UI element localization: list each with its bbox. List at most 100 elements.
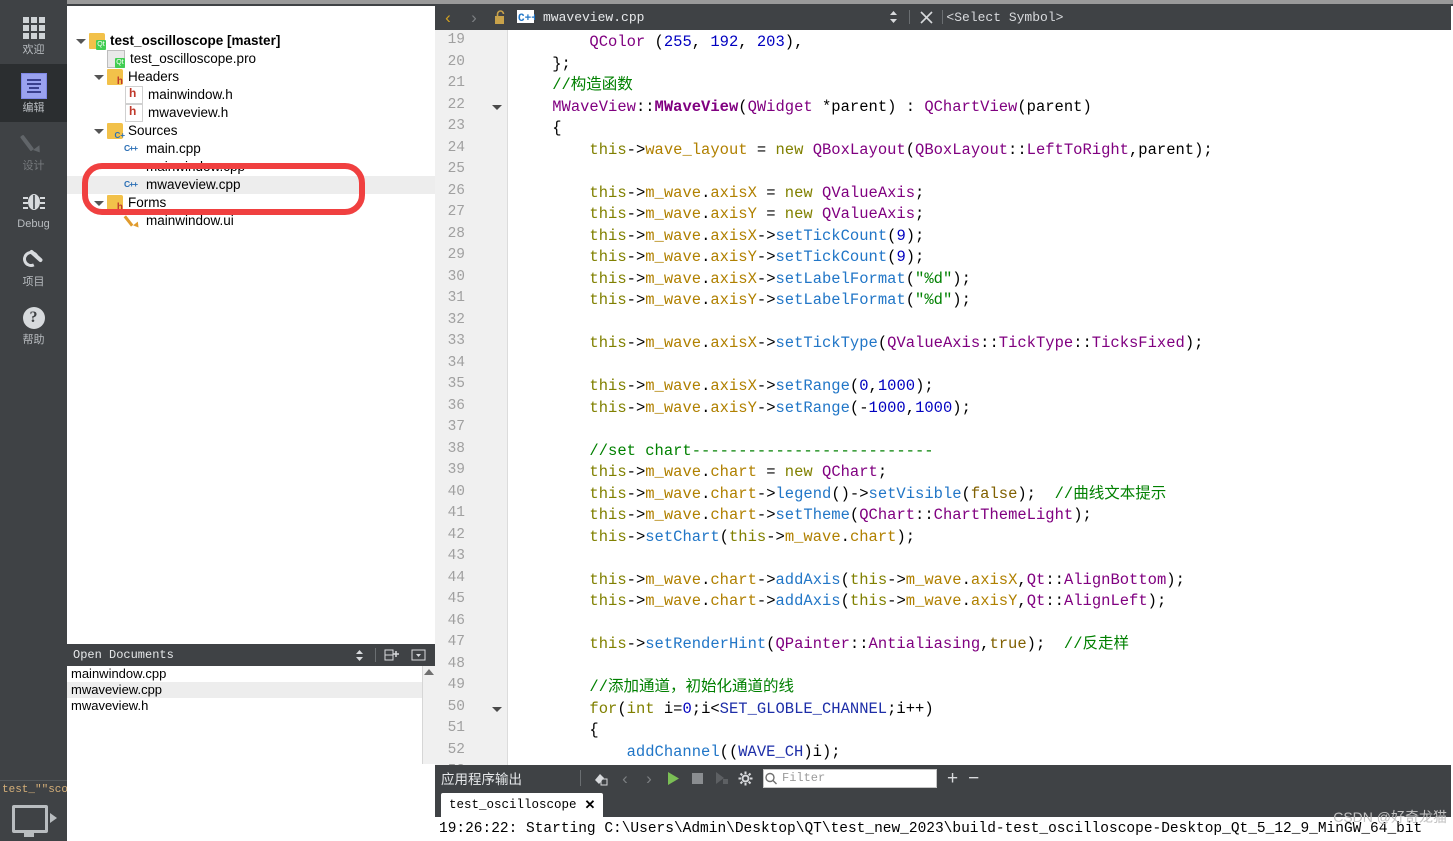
code-token: ); <box>915 377 934 395</box>
tree-item-0[interactable]: test_oscilloscope [master] <box>67 32 435 50</box>
open-document-item-0[interactable]: mainwindow.cpp <box>67 666 435 682</box>
code-token: -> <box>756 377 776 395</box>
minimize-icon[interactable] <box>405 644 431 666</box>
editor-gutter[interactable]: 19 20 21 22 23 24 25 26 27 28 29 30 31 32 33 34 35 36 37 38… <box>435 30 507 765</box>
expand-arrow-icon[interactable] <box>75 35 87 47</box>
fold-marker-icon[interactable] <box>492 706 502 712</box>
clear-icon[interactable] <box>589 767 613 789</box>
code-token: = <box>747 140 776 159</box>
code-line: this->m_wave.axisY->setLabelFormat("%d")… <box>515 290 970 312</box>
editor-code-area[interactable]: QColor (255, 192, 203), }; //构造函数 MWaveV… <box>515 30 1453 765</box>
code-token: -> <box>756 570 776 589</box>
code-token: ; <box>877 463 888 481</box>
code-token: setRange <box>775 377 850 395</box>
filter-input[interactable]: Filter <box>763 768 937 788</box>
scroll-up-arrow-icon[interactable] <box>424 669 434 675</box>
code-editor[interactable]: 19 20 21 22 23 24 25 26 27 28 29 30 31 32 33 34 35 36 37 38… <box>435 30 1453 765</box>
tree-item-2[interactable]: Headers <box>67 68 435 87</box>
output-pane-title[interactable]: 应用程序输出 <box>441 768 522 788</box>
tree-item-7[interactable]: mainwindow.cpp <box>67 158 435 176</box>
expand-arrow-icon[interactable] <box>111 161 123 173</box>
tree-item-5[interactable]: Sources <box>67 122 435 140</box>
expand-arrow-icon[interactable] <box>93 71 105 83</box>
tree-item-10[interactable]: mainwindow.ui <box>67 212 435 230</box>
code-token: this <box>589 398 627 417</box>
expand-arrow-icon[interactable] <box>111 143 123 155</box>
mode-item-label: 项目 <box>22 275 45 288</box>
tree-item-1[interactable]: test_oscilloscope.pro <box>67 50 435 68</box>
code-token: -> <box>626 592 646 610</box>
run-icon[interactable] <box>661 767 685 789</box>
code-token: QValueAxis <box>822 205 916 223</box>
code-token: -> <box>756 484 776 503</box>
close-icon[interactable]: ✕ <box>585 797 596 813</box>
fold-marker-icon[interactable] <box>492 104 502 110</box>
expand-arrow-icon[interactable] <box>111 215 123 227</box>
code-line: this->m_wave.chart->setTheme(QChart::Cha… <box>515 505 1091 527</box>
code-token: this <box>589 527 627 546</box>
divider <box>909 10 911 24</box>
mode-item-0[interactable]: 欢迎 <box>0 6 67 64</box>
tree-item-6[interactable]: main.cpp <box>67 140 435 158</box>
settings-gear-icon[interactable] <box>733 767 757 789</box>
code-token: . <box>701 506 711 524</box>
tree-item-9[interactable]: Forms <box>67 194 435 213</box>
code-token: , <box>1017 570 1027 589</box>
line-number: 32 <box>447 311 465 328</box>
expand-arrow-icon[interactable] <box>111 89 123 101</box>
mode-item-4[interactable]: 项目 <box>0 238 67 296</box>
code-token: SET_GLOBLE_CHANNEL <box>719 699 888 718</box>
forward-chevron-icon: › <box>471 7 477 27</box>
tree-item-label: Forms <box>128 195 167 210</box>
code-line: { <box>515 118 561 140</box>
code-token: ;i< <box>691 699 720 718</box>
expand-arrow-icon[interactable] <box>93 125 105 137</box>
sync-arrows-icon[interactable] <box>346 644 372 666</box>
editor-toolbar: ‹ › C++ mwaveview.cpp <Select Symbol> <box>435 4 1453 30</box>
output-tab[interactable]: test_oscilloscope ✕ <box>441 793 604 817</box>
code-token: :: <box>1073 334 1092 352</box>
zoom-out-button[interactable]: − <box>968 769 979 788</box>
mode-item-3[interactable]: Debug <box>0 180 67 238</box>
code-line: //构造函数 <box>515 75 633 97</box>
mode-item-2[interactable]: 设计 <box>0 122 67 180</box>
code-token: -> <box>626 269 646 288</box>
tree-item-3[interactable]: mainwindow.h <box>67 86 435 104</box>
navigate-back-button[interactable]: ‹ <box>435 5 461 29</box>
select-symbol-dropdown[interactable]: <Select Symbol> <box>946 10 1063 25</box>
code-token: . <box>701 570 711 589</box>
code-token: addAxis <box>775 592 841 610</box>
next-item-icon[interactable]: › <box>637 767 661 789</box>
open-document-item-1[interactable]: mwaveview.cpp <box>67 682 435 698</box>
code-token: m_wave <box>645 334 702 352</box>
expand-arrow-icon[interactable] <box>111 107 123 119</box>
mode-item-5[interactable]: ? 帮助 <box>0 296 67 354</box>
mode-item-1[interactable]: 编辑 <box>0 64 67 122</box>
code-line: this->m_wave.chart = new QChart; <box>515 462 887 484</box>
attach-debugger-icon[interactable] <box>709 767 733 789</box>
tree-item-8[interactable]: mwaveview.cpp <box>67 176 435 194</box>
expand-arrow-icon[interactable] <box>111 179 123 191</box>
project-tree[interactable]: test_oscilloscope [master] test_oscillosc… <box>67 32 435 642</box>
code-line: //添加通道，初始化通道的线 <box>515 677 794 699</box>
navigate-forward-button[interactable]: › <box>461 5 487 29</box>
kit-selector[interactable]: test_""scope <box>0 780 67 841</box>
line-number: 44 <box>447 569 465 586</box>
split-add-icon[interactable] <box>379 644 405 666</box>
open-documents-scrollbar[interactable] <box>422 666 435 764</box>
zoom-in-button[interactable]: + <box>947 769 958 788</box>
unlocked-padlock-icon[interactable] <box>487 5 513 29</box>
close-editor-button[interactable] <box>913 5 939 29</box>
stop-icon[interactable] <box>685 767 709 789</box>
open-documents-list[interactable]: mainwindow.cpp mwaveview.cpp mwaveview.h <box>67 666 435 764</box>
line-number: 48 <box>447 655 465 672</box>
tree-item-4[interactable]: mwaveview.h <box>67 104 435 122</box>
prev-item-icon[interactable]: ‹ <box>613 767 637 789</box>
open-document-item-2[interactable]: mwaveview.h <box>67 698 435 714</box>
expand-arrow-icon[interactable] <box>93 53 105 65</box>
code-token: , <box>738 33 757 51</box>
expand-arrow-icon[interactable] <box>93 197 105 209</box>
grid-icon <box>22 16 45 39</box>
file-dropdown-button[interactable] <box>880 5 906 29</box>
editor-filename[interactable]: mwaveview.cpp <box>543 10 644 25</box>
